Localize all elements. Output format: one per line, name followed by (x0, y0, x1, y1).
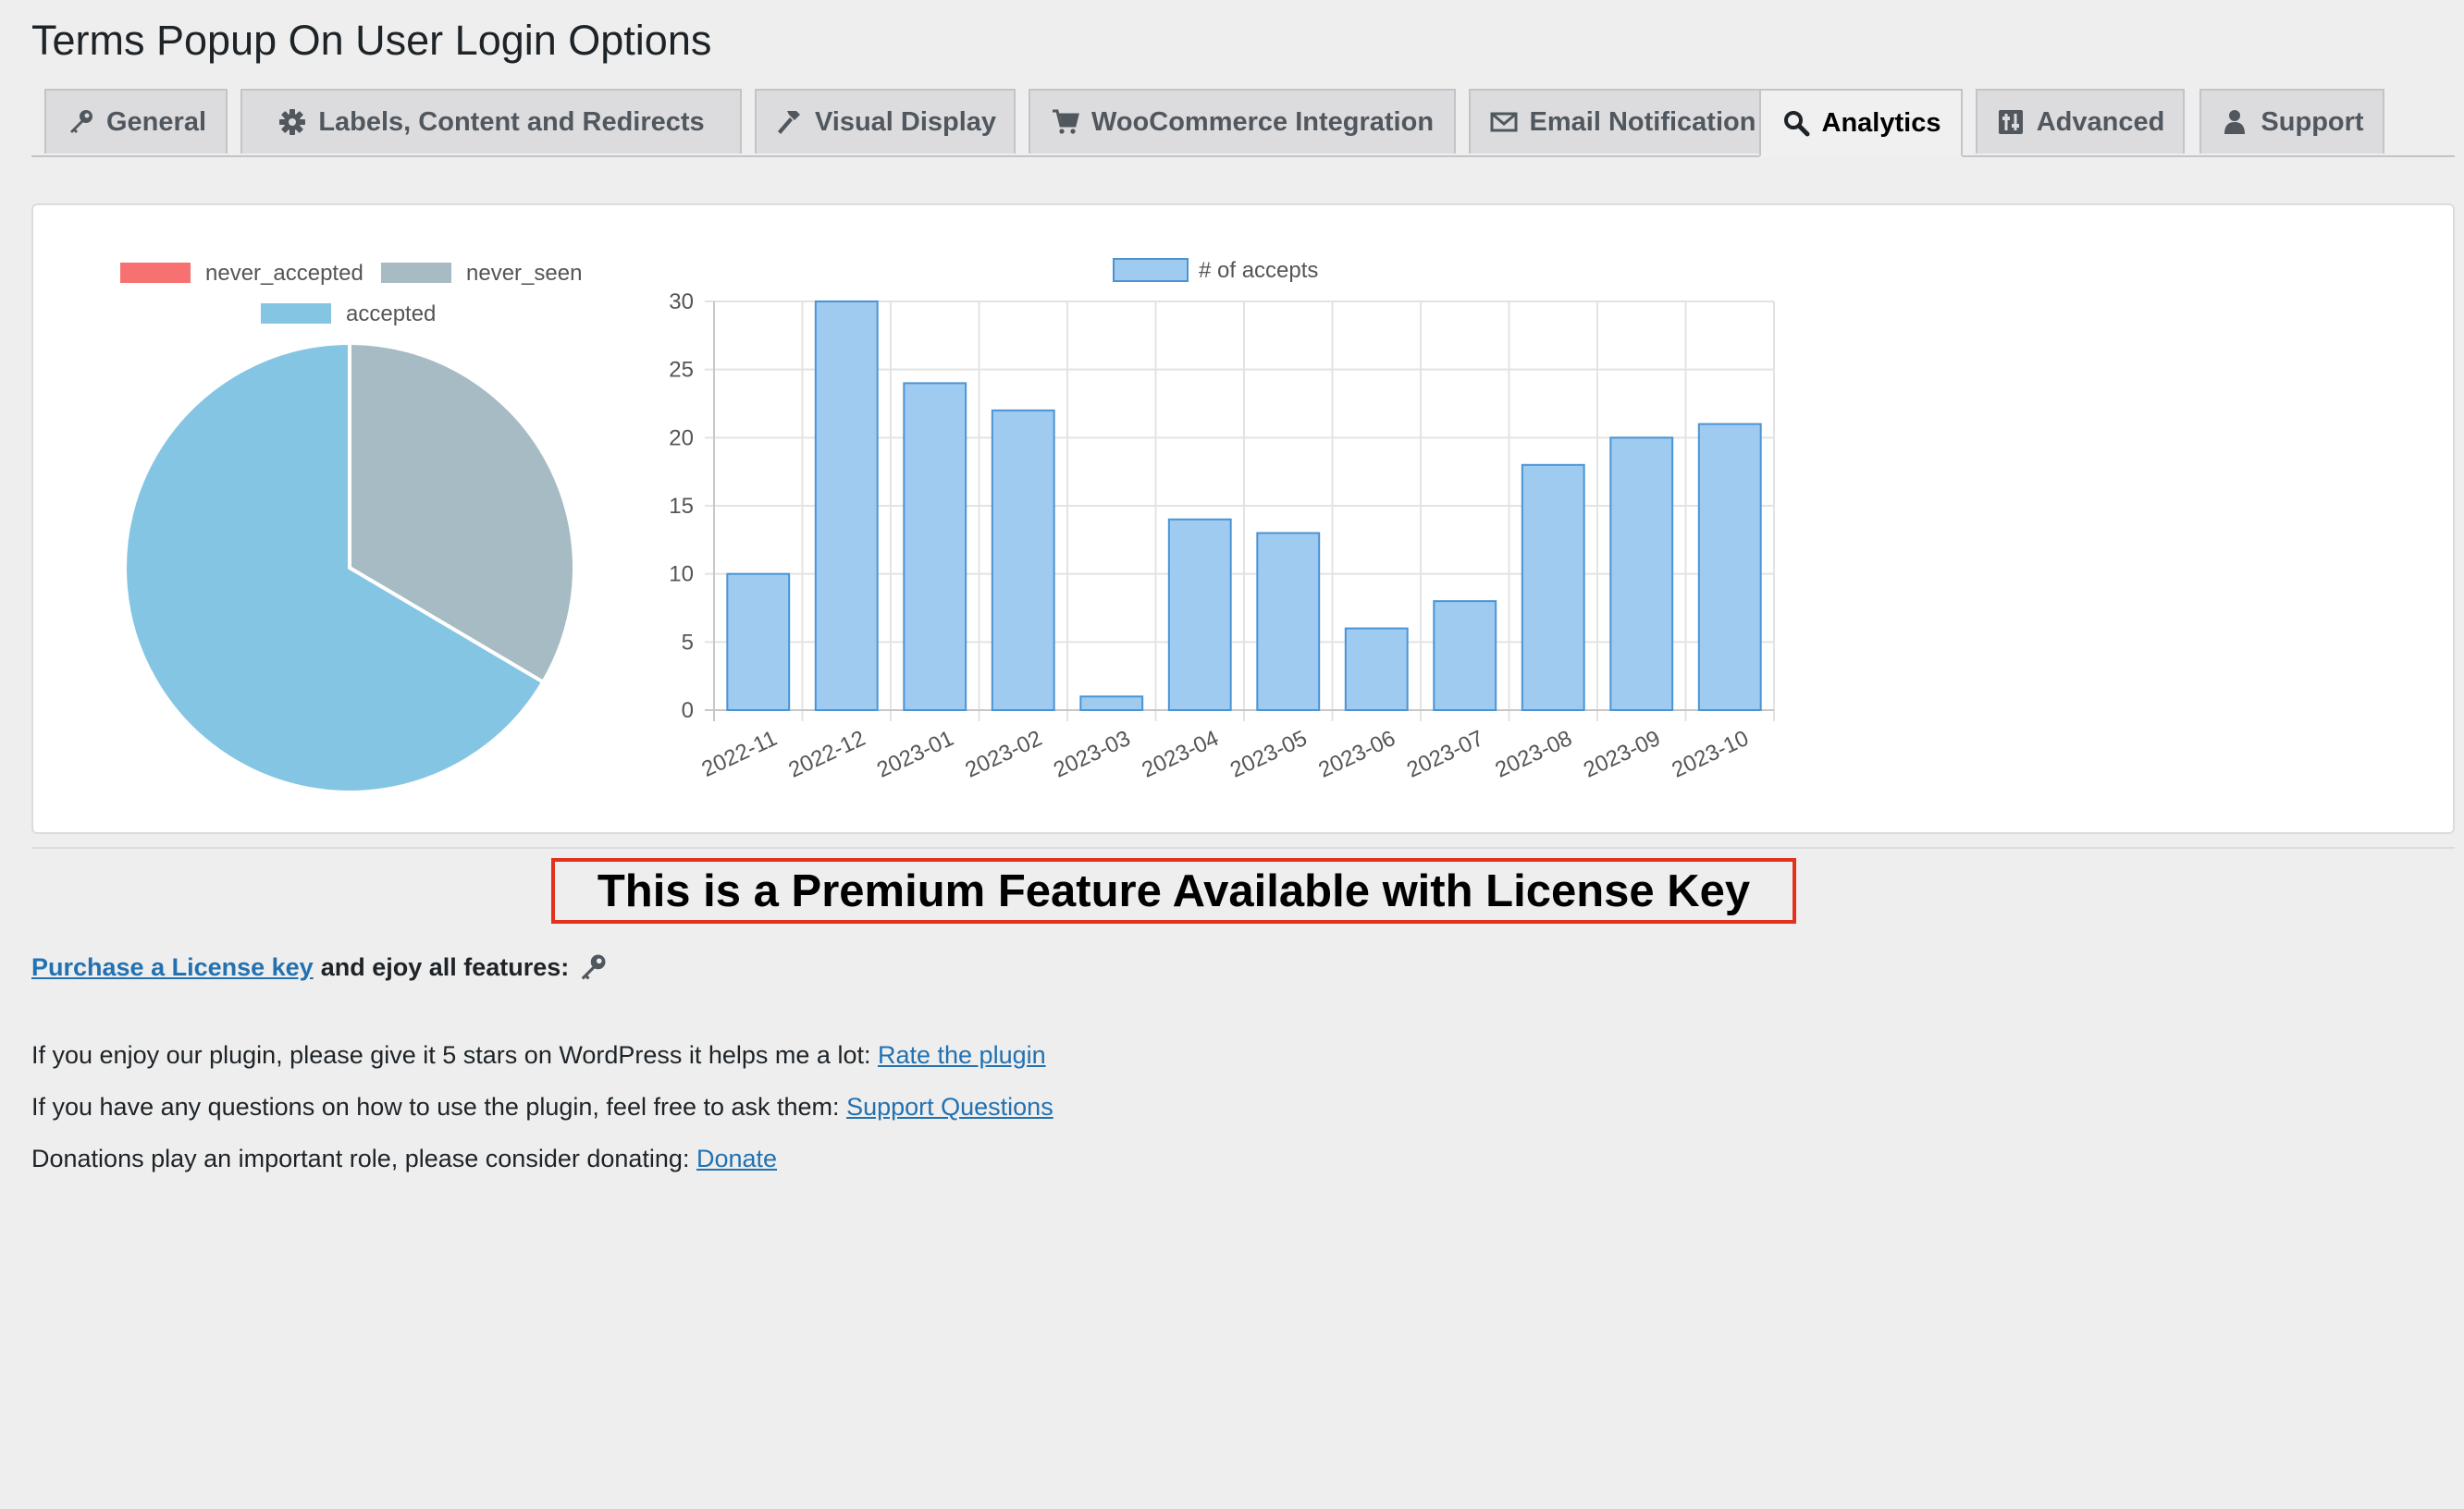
donate-line: Donations play an important role, please… (31, 1145, 777, 1173)
bar-xtick-label: 2023-07 (1403, 726, 1487, 783)
rate-line: If you enjoy our plugin, please give it … (31, 1041, 1046, 1070)
donate-link[interactable]: Donate (696, 1145, 777, 1172)
person-icon (2224, 110, 2246, 134)
bar-xtick-label: 2023-01 (873, 726, 957, 783)
tab-label: Support (2261, 106, 2364, 137)
tab-advanced[interactable]: Advanced (1976, 89, 2185, 153)
key-icon (581, 954, 606, 980)
tab-label: WooCommerce Integration (1090, 106, 1435, 137)
bar-xtick-label: 2022-12 (785, 726, 869, 783)
bar-ytick-label: 25 (669, 358, 694, 383)
bar-ytick-label: 0 (682, 698, 694, 723)
bar-legend-swatch (1113, 258, 1189, 282)
envelope-icon (1490, 112, 1518, 132)
bar-xtick-label: 2023-06 (1315, 726, 1399, 783)
pie-legend-swatch (381, 263, 451, 283)
bar (1521, 463, 1585, 711)
bar (1697, 423, 1762, 711)
cart-icon (1052, 109, 1079, 134)
support-line: If you have any questions on how to use … (31, 1093, 1053, 1122)
bar-ytick-label: 30 (669, 289, 694, 314)
bar-ytick-label: 15 (669, 494, 694, 519)
search-icon (1783, 111, 1810, 137)
bar-legend-label: # of accepts (1199, 258, 1318, 283)
bar (814, 301, 879, 711)
tab-woocommerce-integration[interactable]: WooCommerce Integration (1029, 89, 1456, 153)
tab-labels-content-redirects[interactable]: Labels, Content and Redirects (240, 89, 742, 153)
pie-legend-swatch (261, 303, 331, 324)
donate-text: Donations play an important role, please… (31, 1145, 690, 1172)
tab-general[interactable]: General (44, 89, 228, 153)
rate-plugin-link[interactable]: Rate the plugin (878, 1041, 1046, 1069)
analytics-panel: never_accepted never_seen accepted # of acc… (31, 203, 2455, 834)
premium-notice: This is a Premium Feature Available with… (551, 858, 1796, 924)
bar-xtick-label: 2023-03 (1050, 726, 1134, 783)
sliders-icon (1998, 110, 2023, 134)
purchase-license-link[interactable]: Purchase a License key (31, 953, 314, 982)
purchase-text: and ejoy all features: (320, 952, 570, 981)
bar-xtick-label: 2023-04 (1139, 726, 1223, 783)
tab-label: Analytics (1821, 107, 1941, 138)
bar (726, 572, 791, 711)
bar-xtick-label: 2023-09 (1580, 726, 1664, 783)
pie-legend-swatch (120, 263, 191, 283)
tab-label: Advanced (2036, 106, 2165, 137)
bar-xtick-label: 2023-02 (962, 726, 1046, 783)
bar-xtick-label: 2022-11 (698, 726, 782, 782)
hammer-icon (777, 111, 800, 134)
support-text: If you have any questions on how to use … (31, 1093, 840, 1121)
bar-ytick-label: 20 (669, 425, 694, 450)
tab-label: Email Notification (1529, 106, 1756, 137)
tab-label: Labels, Content and Redirects (318, 106, 705, 137)
bar (1256, 532, 1321, 712)
bar (1609, 436, 1674, 711)
rate-text: If you enjoy our plugin, please give it … (31, 1041, 871, 1069)
bar-ytick-label: 10 (669, 562, 694, 587)
bar (1433, 600, 1497, 711)
tab-email-notification[interactable]: Email Notification (1469, 89, 1776, 153)
bar (1344, 627, 1409, 712)
bar (903, 382, 967, 711)
bar-xtick-label: 2023-08 (1492, 726, 1576, 783)
pie-legend-label: accepted (346, 301, 436, 326)
tab-visual-display[interactable]: Visual Display (755, 89, 1016, 153)
purchase-line: Purchase a License key and ejoy all feat… (31, 951, 610, 984)
pie-legend-label: never_seen (466, 261, 582, 286)
pie-legend-label: never_accepted (205, 261, 363, 286)
page-title: Terms Popup On User Login Options (31, 17, 712, 64)
tab-label: General (106, 106, 206, 137)
divider (31, 847, 2455, 849)
bar-xtick-label: 2023-05 (1226, 726, 1311, 783)
bar (1079, 695, 1144, 711)
bar-xtick-label: 2023-10 (1669, 726, 1753, 783)
analytics-charts: never_accepted never_seen accepted # of acc… (120, 258, 1775, 794)
tab-label: Visual Display (814, 106, 997, 137)
bar-ytick-label: 5 (682, 630, 694, 655)
support-questions-link[interactable]: Support Questions (846, 1093, 1053, 1121)
tab-support[interactable]: Support (2199, 89, 2384, 153)
tab-analytics-active[interactable]: Analytics (1759, 89, 1963, 157)
bar (991, 409, 1055, 711)
bar (1167, 518, 1232, 711)
key-icon (70, 110, 92, 133)
gear-icon (279, 109, 306, 135)
